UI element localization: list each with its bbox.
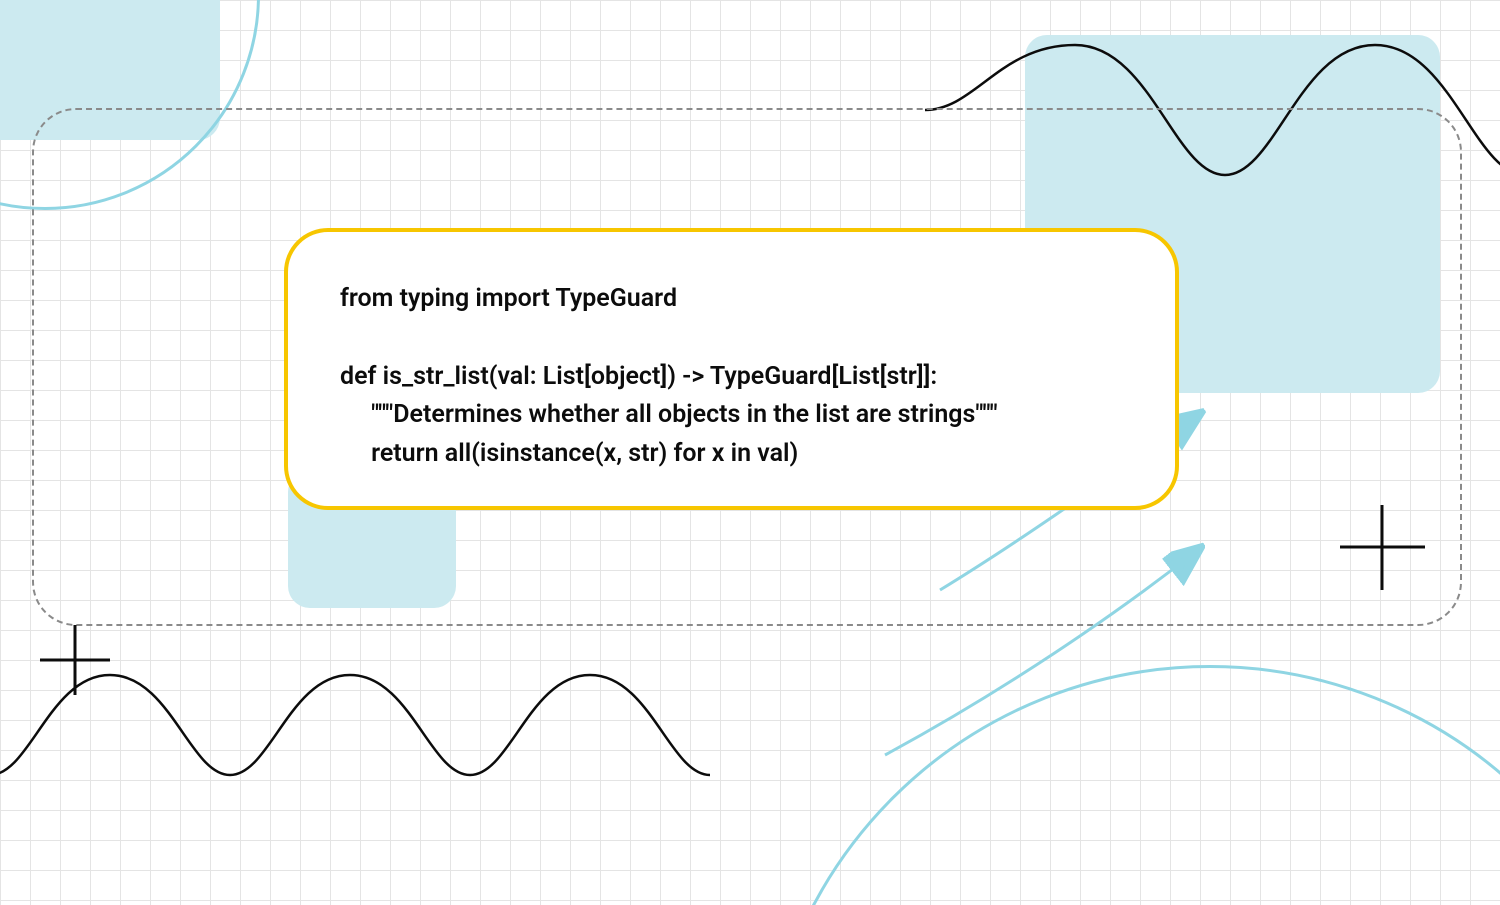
code-block: from typing import TypeGuard def is_str_… — [340, 280, 1123, 474]
code-line: def is_str_list(val: List[object]) -> Ty… — [340, 362, 937, 391]
diagram-canvas: from typing import TypeGuard def is_str_… — [0, 0, 1500, 905]
decor-arrow-2 — [875, 540, 1205, 760]
plus-icon — [35, 620, 115, 700]
plus-icon — [1335, 500, 1430, 595]
code-line: from typing import TypeGuard — [340, 284, 677, 313]
code-line: return all(isinstance(x, str) for x in v… — [340, 439, 798, 468]
code-snippet-card: from typing import TypeGuard def is_str_… — [284, 228, 1179, 510]
code-line: """Determines whether all objects in the… — [340, 400, 998, 429]
